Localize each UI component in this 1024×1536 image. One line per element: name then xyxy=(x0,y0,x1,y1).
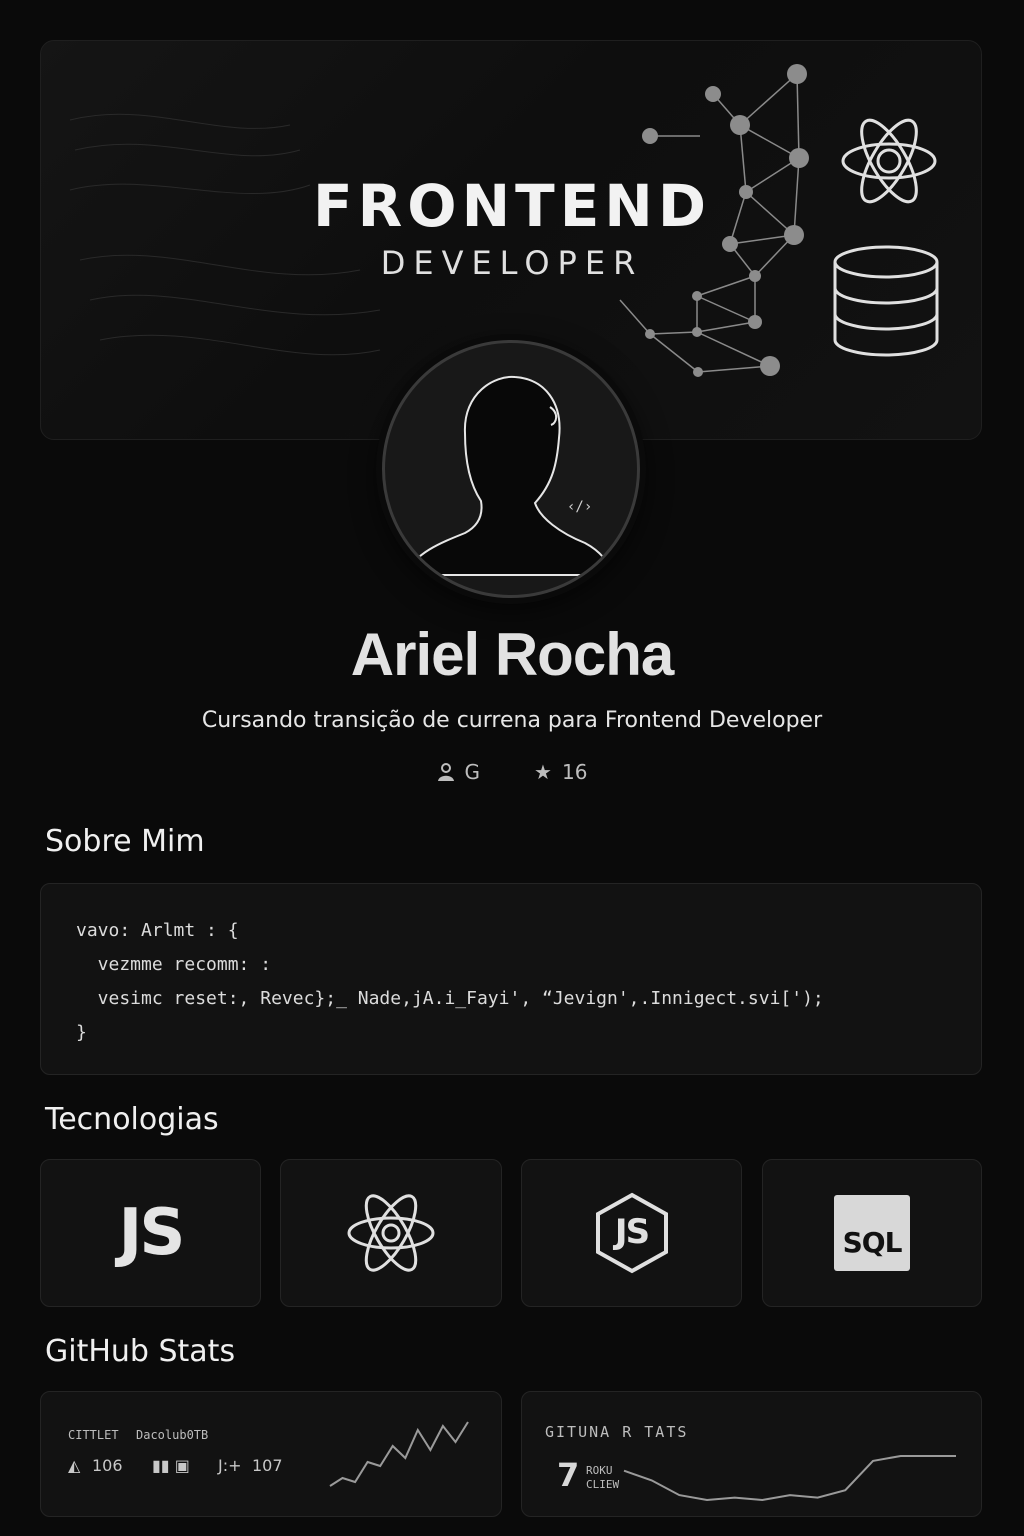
person-icon xyxy=(437,763,454,781)
react-icon xyxy=(347,1194,435,1272)
profile-meta: G ★ 16 xyxy=(0,760,1024,784)
profile-name: Ariel Rocha xyxy=(350,621,674,688)
github-title: GitHub Stats xyxy=(45,1334,236,1369)
repo-icon: ▮▮ ▣ xyxy=(152,1456,190,1475)
nodejs-label: JS xyxy=(614,1212,650,1252)
nodejs-icon: JS xyxy=(594,1192,670,1274)
javascript-icon: JS xyxy=(118,1196,186,1270)
card1-label-a: CITTLET xyxy=(68,1428,119,1442)
card1-label-b: Dacolub0TB xyxy=(136,1428,209,1442)
code-line: vesimc reset:, Revec};_ Nade,jA.i_Fayi',… xyxy=(76,988,824,1009)
card1-trend-line xyxy=(329,1421,469,1487)
about-title: Sobre Mim xyxy=(45,824,205,859)
banner-subtitle: DEVELOPER xyxy=(380,244,644,282)
tech-tile-nodejs[interactable]: JS xyxy=(521,1159,742,1307)
card1-trend-chart xyxy=(329,1421,469,1487)
card2-title: GITUNA R TATS xyxy=(545,1423,689,1441)
star-icon: ★ xyxy=(534,760,552,784)
sql-label: SQL xyxy=(842,1226,903,1259)
followers-stat[interactable]: G xyxy=(437,760,481,784)
avatar[interactable]: ‹/› xyxy=(382,340,640,598)
svg-text:‹/›: ‹/› xyxy=(567,499,592,515)
code-line: vezmme recomm: : xyxy=(76,954,272,975)
card1-stat2: 107 xyxy=(252,1456,283,1475)
sql-icon: SQL xyxy=(834,1195,910,1271)
stars-value: 16 xyxy=(561,760,588,784)
technologies-title: Tecnologias xyxy=(45,1102,219,1137)
card1-stat2-prefix: J:+ xyxy=(218,1456,242,1475)
tech-tile-sql[interactable]: SQL xyxy=(762,1159,982,1307)
card2-sub-a: ROKU xyxy=(586,1464,613,1477)
person-silhouette-icon: ‹/› xyxy=(403,375,615,576)
about-code: vavo: Arlmt : { vezmme recomm: : vesimc … xyxy=(76,914,824,1050)
card1-stat1: 106 xyxy=(92,1456,123,1475)
card2-trend-chart xyxy=(623,1455,956,1502)
banner-title: FRONTEND xyxy=(313,172,711,240)
chart-bars-icon: ◭ xyxy=(68,1456,81,1475)
stars-stat[interactable]: ★ 16 xyxy=(534,760,587,784)
tech-tile-javascript[interactable]: JS xyxy=(40,1159,261,1307)
card2-trend-line xyxy=(623,1455,956,1502)
card2-big-value: 7 xyxy=(557,1456,580,1494)
profile-tagline: Cursando transição de currena para Front… xyxy=(201,708,823,733)
followers-value: G xyxy=(464,760,481,784)
code-line: } xyxy=(76,1022,87,1043)
tech-tile-react[interactable] xyxy=(280,1159,502,1307)
code-line: vavo: Arlmt : { xyxy=(76,920,239,941)
card2-sub-b: CLIEW xyxy=(586,1478,620,1491)
